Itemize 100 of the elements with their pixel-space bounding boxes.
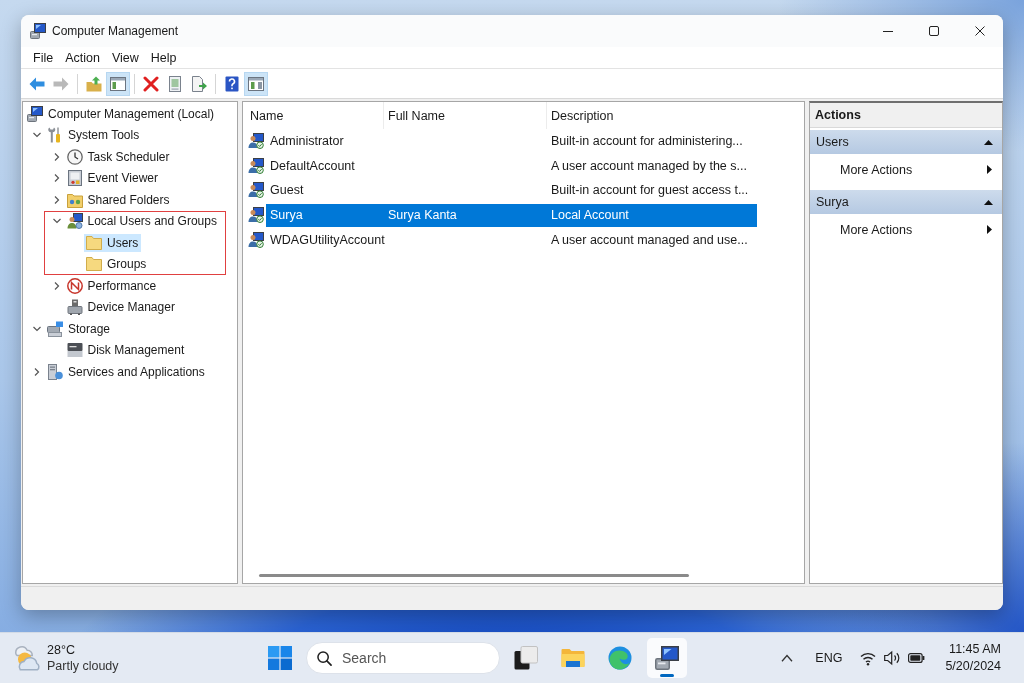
caret-right-icon [987, 165, 992, 174]
table-cell: A user account managed and use... [551, 232, 748, 247]
search-icon [317, 651, 332, 666]
chevron-right-icon[interactable] [52, 195, 61, 204]
storage-icon [47, 320, 63, 337]
cross-icon [143, 75, 159, 92]
tree-item[interactable]: Storage [45, 319, 114, 338]
search-field[interactable]: Search [306, 642, 500, 674]
actions-header: Actions [810, 103, 1002, 128]
weather-temperature[interactable]: 28°C [47, 642, 119, 658]
chevron-right-icon[interactable] [52, 152, 61, 161]
menu-item[interactable]: Help [144, 48, 183, 67]
folder-icon [86, 234, 102, 251]
chevron-right-icon[interactable] [33, 367, 41, 376]
arrow-right-icon [53, 75, 69, 92]
tools-icon [47, 127, 63, 144]
tree-item[interactable]: Computer Management (Local) [25, 104, 218, 123]
folder-icon [561, 646, 585, 670]
language-indicator[interactable]: ENG [815, 651, 843, 665]
arrow-left-icon [29, 75, 45, 92]
table-cell: Surya [270, 208, 303, 223]
computer-icon [30, 23, 46, 39]
action-item[interactable]: More Actions [810, 157, 1002, 182]
computer-icon [655, 646, 679, 670]
clock-icon [66, 148, 83, 165]
server-icon [47, 363, 63, 380]
horizontal-scrollbar[interactable] [259, 574, 689, 577]
taskbar-app-button[interactable] [647, 638, 687, 678]
log-panel-icon [66, 170, 83, 187]
close-icon [975, 26, 985, 36]
tree-item[interactable]: Disk Management [64, 341, 188, 360]
user-account-icon [248, 182, 264, 199]
four-squares-icon [268, 646, 292, 670]
table-cell: Built-in account for administering... [551, 134, 743, 149]
table-cell: DefaultAccount [270, 158, 355, 173]
disk-drive-icon [66, 342, 83, 359]
chevron-down-icon[interactable] [33, 131, 41, 140]
stacked-squares-icon [514, 646, 538, 670]
tree-item[interactable]: Local Users and Groups [64, 212, 220, 231]
caret-right-icon [987, 225, 992, 234]
chevron-right-icon[interactable] [52, 174, 61, 183]
chevron-down-icon[interactable] [52, 217, 61, 226]
user-account-icon [248, 207, 264, 224]
tree-item[interactable]: Performance [64, 276, 160, 295]
tree-item[interactable]: Services and Applications [45, 362, 208, 381]
actions-section-header[interactable]: Surya [810, 190, 1002, 214]
column-header[interactable]: Description [547, 102, 804, 129]
folder-icon [86, 256, 102, 273]
table-cell: Local Account [551, 208, 629, 223]
minimize-icon [883, 30, 893, 32]
battery-icon[interactable] [908, 653, 926, 663]
caret-up-icon [984, 139, 993, 145]
chevron-down-icon[interactable] [33, 324, 41, 333]
tree-item[interactable]: Device Manager [64, 298, 178, 317]
user-account-icon [248, 133, 264, 150]
clock-date[interactable]: 5/20/2024 [945, 658, 1001, 675]
list-row[interactable]: Administrator Built-in account for administering... [266, 129, 757, 153]
action-pane-button[interactable] [244, 71, 268, 96]
table-cell: Administrator [270, 134, 344, 149]
actions-section-header[interactable]: Users [810, 130, 1002, 154]
panel-right-icon [248, 75, 264, 92]
tree-item[interactable]: Shared Folders [64, 190, 173, 209]
device-icon [66, 299, 83, 316]
list-row[interactable]: WDAGUtilityAccount A user account managed and use... [266, 228, 757, 252]
chevron-up-icon[interactable] [781, 654, 794, 662]
console-tree-button[interactable] [106, 71, 130, 96]
export-document-icon [191, 75, 207, 92]
menu-item[interactable]: View [105, 48, 145, 67]
list-row[interactable]: Surya Surya Kanta Local Account [266, 203, 757, 227]
help-icon [224, 75, 240, 92]
tree-item[interactable]: Event Viewer [64, 169, 161, 188]
column-header[interactable]: Full Name [384, 102, 547, 129]
caret-up-icon [984, 199, 993, 205]
circled-n-icon [66, 277, 83, 294]
speaker-icon[interactable] [884, 650, 901, 666]
table-cell: WDAGUtilityAccount [270, 232, 385, 247]
folder-up-icon [86, 75, 102, 92]
wifi-icon[interactable] [860, 650, 877, 666]
chevron-right-icon[interactable] [52, 281, 61, 290]
tree-item[interactable]: Users [84, 233, 142, 252]
list-row[interactable]: DefaultAccount A user account managed by the s... [266, 154, 757, 178]
computer-icon [27, 105, 43, 122]
tree-item[interactable]: System Tools [45, 126, 143, 145]
window-title: Computer Management [52, 24, 179, 38]
user-account-icon [248, 231, 264, 248]
user-account-icon [248, 157, 264, 174]
weather-condition[interactable]: Partly cloudy [47, 658, 119, 674]
menu-item[interactable]: File [27, 48, 60, 67]
action-item[interactable]: More Actions [810, 217, 1002, 242]
shared-folder-icon [66, 191, 83, 208]
document-icon [167, 75, 183, 92]
clock-time[interactable]: 11:45 AM [949, 641, 1001, 658]
menu-item[interactable]: Action [59, 48, 106, 67]
table-cell: Surya Kanta [388, 208, 457, 223]
tree-item[interactable]: Task Scheduler [64, 147, 173, 166]
tree-item[interactable]: Groups [84, 255, 150, 274]
swirl-icon [608, 646, 632, 670]
column-header[interactable]: Name [243, 102, 384, 129]
list-row[interactable]: Guest Built-in account for guest access t... [266, 179, 757, 202]
table-cell: Guest [270, 183, 304, 198]
